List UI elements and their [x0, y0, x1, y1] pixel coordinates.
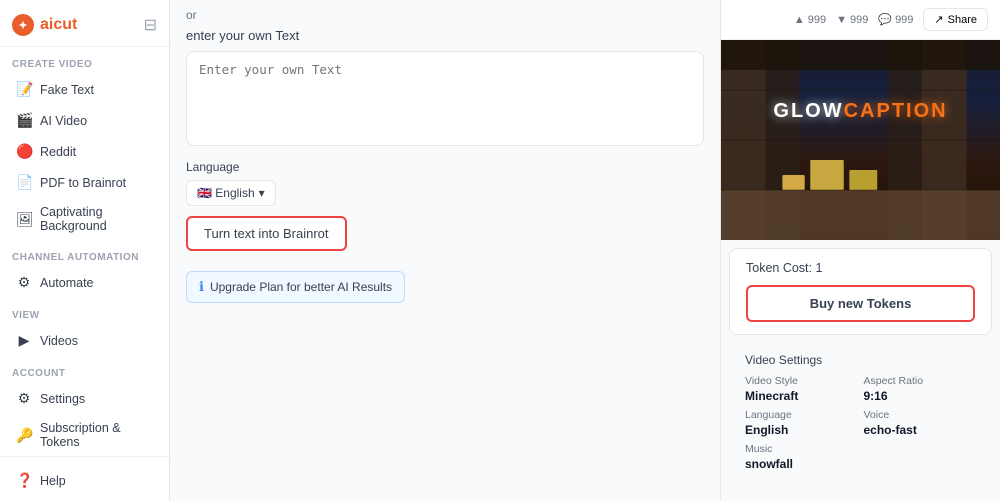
chevron-down-icon: ▾ — [259, 186, 265, 200]
sidebar-item-label: Fake Text — [40, 83, 94, 97]
setting-music: Music snowfall — [745, 443, 976, 471]
comment-count: 999 — [895, 14, 913, 26]
subscription-icon: 🔑 — [16, 427, 32, 444]
section-label-view: View — [0, 298, 169, 325]
token-section: Token Cost: 1 Buy new Tokens — [729, 248, 992, 335]
setting-language: Language English — [745, 409, 858, 437]
setting-label: Video Style — [745, 375, 858, 387]
settings-icon: ⚙ — [16, 390, 32, 407]
setting-label: Aspect Ratio — [864, 375, 977, 387]
upgrade-notice[interactable]: ℹ Upgrade Plan for better AI Results — [186, 271, 405, 303]
section-label-automation: Channel Automation — [0, 240, 169, 267]
ai-video-icon: 🎬 — [16, 112, 32, 129]
sidebar-item-label: Settings — [40, 392, 85, 406]
sidebar-item-label: AI Video — [40, 114, 87, 128]
comment-icon: 💬 — [878, 13, 892, 26]
sidebar-item-label: Reddit — [40, 145, 76, 159]
sidebar-item-label: Videos — [40, 334, 78, 348]
setting-aspect-ratio: Aspect Ratio 9:16 — [864, 375, 977, 403]
share-icon: ↗ — [934, 13, 943, 26]
sidebar-bottom: ❓ Help 0 Buy new tokens "Tamal Das" FREE… — [0, 456, 169, 501]
upvote-button[interactable]: ▲ 999 — [794, 14, 826, 26]
setting-label: Language — [745, 409, 858, 421]
setting-label: Music — [745, 443, 976, 455]
sidebar-item-label: Help — [40, 474, 66, 488]
sidebar-item-reddit[interactable]: 🔴 Reddit — [4, 136, 165, 167]
setting-value: Minecraft — [745, 389, 858, 403]
language-select[interactable]: 🇬🇧 English ▾ — [186, 180, 276, 206]
setting-label: Voice — [864, 409, 977, 421]
own-text-label: enter your own Text — [186, 28, 704, 43]
setting-value: 9:16 — [864, 389, 977, 403]
sidebar-buy-tokens[interactable]: 0 Buy new tokens — [0, 496, 169, 501]
downvote-button[interactable]: ▼ 999 — [836, 14, 868, 26]
logo-icon: ✦ — [12, 14, 34, 36]
pdf-icon: 📄 — [16, 174, 32, 191]
caption-text: CAPTION — [844, 100, 948, 122]
video-preview-header: ▲ 999 ▼ 999 💬 999 ↗ Share — [721, 0, 1000, 40]
upvote-count: 999 — [808, 14, 826, 26]
setting-value: echo-fast — [864, 423, 977, 437]
downvote-count: 999 — [850, 14, 868, 26]
sidebar-item-pdf-brainrot[interactable]: 📄 PDF to Brainrot — [4, 167, 165, 198]
sidebar: ✦ aicut ⊟ Create Video 📝 Fake Text 🎬 AI … — [0, 0, 170, 501]
text-area-wrapper — [186, 51, 704, 146]
videos-icon: ▶ — [16, 332, 32, 349]
or-divider: or — [186, 8, 704, 22]
setting-voice: Voice echo-fast — [864, 409, 977, 437]
sidebar-item-label: Captivating Background — [40, 205, 153, 233]
sidebar-item-videos[interactable]: ▶ Videos — [4, 325, 165, 356]
sidebar-item-ai-video[interactable]: 🎬 AI Video — [4, 105, 165, 136]
automate-icon: ⚙ — [16, 274, 32, 291]
content-area: or enter your own Text Language 🇬🇧 Engli… — [170, 0, 720, 501]
section-label-create: Create Video — [0, 47, 169, 74]
help-icon: ❓ — [16, 472, 32, 489]
comment-button[interactable]: 💬 999 — [878, 13, 913, 26]
video-settings: Video Settings Video Style Minecraft Asp… — [729, 343, 992, 481]
info-icon: ℹ — [199, 279, 204, 295]
video-thumbnail: GLOWCAPTION — [721, 40, 1000, 240]
sidebar-item-automate[interactable]: ⚙ Automate — [4, 267, 165, 298]
setting-value: English — [745, 423, 858, 437]
reddit-icon: 🔴 — [16, 143, 32, 160]
sidebar-item-captivating-bg[interactable]: 🖼 Captivating Background — [4, 198, 165, 240]
turn-text-button[interactable]: Turn text into Brainrot — [186, 216, 347, 251]
language-value: 🇬🇧 English — [197, 186, 255, 200]
sidebar-item-fake-text[interactable]: 📝 Fake Text — [4, 74, 165, 105]
upvote-icon: ▲ — [794, 14, 805, 26]
share-label: Share — [948, 14, 977, 26]
fake-text-icon: 📝 — [16, 81, 32, 98]
section-label-account: Account — [0, 356, 169, 383]
logo-text: aicut — [40, 16, 77, 34]
settings-title: Video Settings — [745, 353, 976, 367]
setting-value: snowfall — [745, 457, 976, 471]
main-content: or enter your own Text Language 🇬🇧 Engli… — [170, 0, 720, 501]
right-panel: ▲ 999 ▼ 999 💬 999 ↗ Share — [720, 0, 1000, 501]
buy-new-tokens-button[interactable]: Buy new Tokens — [746, 285, 975, 322]
setting-video-style: Video Style Minecraft — [745, 375, 858, 403]
sidebar-item-help[interactable]: ❓ Help — [4, 465, 165, 496]
sidebar-item-label: PDF to Brainrot — [40, 176, 126, 190]
sidebar-header: ✦ aicut ⊟ — [0, 0, 169, 47]
share-button[interactable]: ↗ Share — [923, 8, 988, 31]
token-cost-label: Token Cost: 1 — [746, 261, 975, 275]
sidebar-item-subscription[interactable]: 🔑 Subscription & Tokens — [4, 414, 165, 456]
sidebar-item-label: Subscription & Tokens — [40, 421, 153, 449]
sidebar-logo[interactable]: ✦ aicut — [12, 14, 77, 36]
sidebar-collapse-button[interactable]: ⊟ — [144, 15, 157, 35]
language-label: Language — [186, 160, 704, 174]
downvote-icon: ▼ — [836, 14, 847, 26]
minecraft-walls — [721, 40, 1000, 240]
sidebar-item-label: Automate — [40, 276, 94, 290]
glow-caption: GLOWCAPTION — [773, 100, 947, 123]
language-section: Language 🇬🇧 English ▾ — [186, 160, 704, 206]
settings-grid: Video Style Minecraft Aspect Ratio 9:16 … — [745, 375, 976, 471]
sidebar-item-settings[interactable]: ⚙ Settings — [4, 383, 165, 414]
upgrade-label: Upgrade Plan for better AI Results — [210, 280, 392, 294]
captivating-icon: 🖼 — [16, 211, 32, 228]
glow-text: GLOW — [773, 100, 843, 122]
own-text-input[interactable] — [199, 62, 691, 132]
